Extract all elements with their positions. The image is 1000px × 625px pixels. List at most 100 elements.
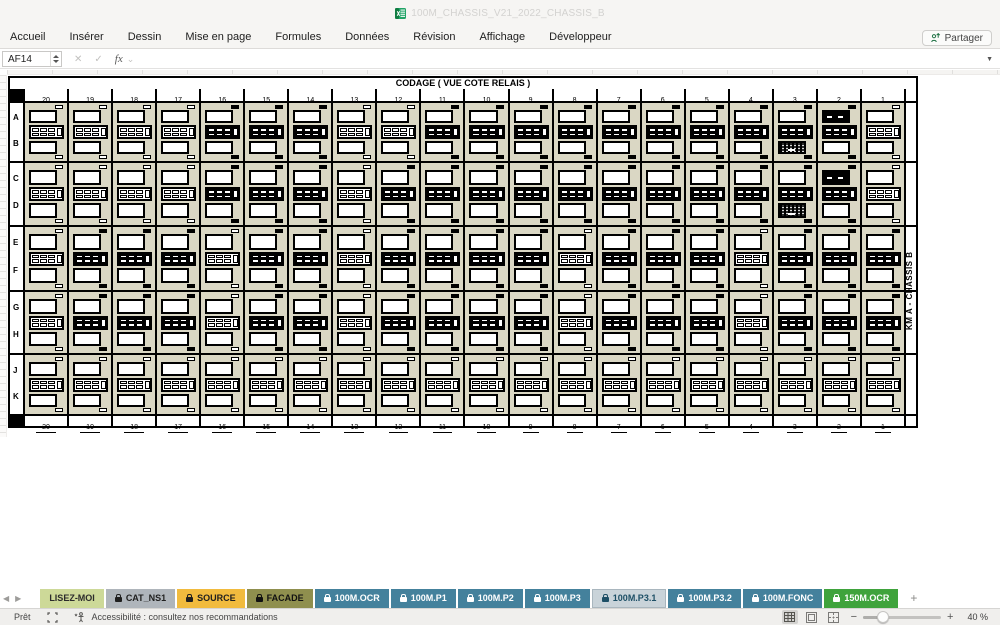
sheet-tab-100m.p2[interactable]: 100M.P2 — [458, 589, 523, 608]
relay-module — [199, 161, 243, 225]
relay-module — [596, 225, 640, 290]
relay-module — [375, 353, 419, 414]
relay-module — [816, 101, 860, 161]
sheet-tab-100m.ocr[interactable]: 100M.OCR — [315, 589, 389, 608]
sheet-tab-cat_ns1[interactable]: CAT_NS1 — [106, 589, 175, 608]
tab-scroll-left-icon[interactable]: ◀ — [3, 594, 9, 603]
share-button[interactable]: Partager — [922, 30, 992, 46]
zoom-in-button[interactable]: + — [947, 611, 953, 623]
relay-module — [67, 353, 111, 414]
ribbon-tab-formules[interactable]: Formules — [263, 31, 333, 43]
column-number: 2 — [816, 89, 860, 101]
relay-module — [243, 101, 287, 161]
relay-coding-drawing[interactable]: CODAGE ( VUE COTE RELAIS ) 2019181716151… — [8, 76, 918, 428]
name-box-value: AF14 — [3, 52, 50, 66]
sheet-tab-100m.p3.2[interactable]: 100M.P3.2 — [668, 589, 741, 608]
sheet-tab-lisez-moi[interactable]: LISEZ-MOI — [40, 589, 104, 608]
sheet-tab-100m.p3.1[interactable]: 100M.P3.1 — [592, 589, 667, 608]
sheet-tab-label: 100M.OCR — [335, 593, 380, 603]
row-letters: GH — [10, 290, 23, 353]
column-number: 3 — [772, 89, 816, 101]
relay-module — [816, 353, 860, 414]
zoom-level-label[interactable]: 40 % — [967, 612, 988, 622]
formula-bar-expand-icon[interactable]: ▼ — [986, 56, 993, 63]
right-stub — [904, 89, 916, 101]
sheet-tab-100m.p3[interactable]: 100M.P3 — [525, 589, 590, 608]
sheet-tab-facade[interactable]: FACADE — [247, 589, 313, 608]
zoom-slider-thumb[interactable] — [877, 611, 889, 623]
add-sheet-button[interactable]: + — [910, 591, 917, 605]
accessibility-check-icon[interactable] — [74, 612, 86, 623]
column-number: 15 — [243, 414, 287, 426]
lock-icon — [256, 597, 263, 602]
ribbon-tab-accueil[interactable]: Accueil — [10, 31, 57, 43]
relay-module — [684, 161, 728, 225]
ribbon-tabs: AccueilInsérerDessinMise en pageFormules… — [10, 31, 624, 43]
tab-scroll-right-icon[interactable]: ▶ — [15, 594, 21, 603]
relay-module — [23, 161, 67, 225]
column-number: 12 — [375, 89, 419, 101]
ribbon-tab-mise-en-page[interactable]: Mise en page — [173, 31, 263, 43]
relay-module — [23, 101, 67, 161]
ribbon-tab-révision[interactable]: Révision — [401, 31, 467, 43]
page-break-view-icon[interactable] — [826, 610, 842, 624]
relay-module — [111, 161, 155, 225]
confirm-entry-icon[interactable]: ✓ — [94, 54, 102, 65]
sheet-tab-label: 100M.P2 — [478, 593, 514, 603]
relay-module — [199, 225, 243, 290]
excel-app-icon — [395, 8, 406, 19]
row-letters: JK — [10, 353, 23, 414]
page-layout-view-icon[interactable] — [804, 610, 820, 624]
relay-module — [331, 353, 375, 414]
sheet-tab-100m.p1[interactable]: 100M.P1 — [391, 589, 456, 608]
relay-module — [684, 353, 728, 414]
relay-module — [508, 225, 552, 290]
formula-input[interactable] — [134, 50, 986, 68]
sheet-area[interactable]: CODAGE ( VUE COTE RELAIS ) 2019181716151… — [0, 70, 1000, 588]
sheet-tab-source[interactable]: SOURCE — [177, 589, 245, 608]
column-number: 10 — [463, 89, 507, 101]
sheet-tab-150m.ocr[interactable]: 150M.OCR — [824, 589, 898, 608]
relay-module — [375, 161, 419, 225]
name-box-stepper[interactable] — [50, 52, 61, 66]
stepper-up-icon[interactable] — [53, 55, 59, 58]
ribbon-tab-dessin[interactable]: Dessin — [116, 31, 174, 43]
relay-module — [552, 101, 596, 161]
insert-function-icon[interactable]: fx — [115, 53, 123, 65]
normal-view-icon[interactable] — [782, 610, 798, 624]
right-stub — [904, 414, 916, 426]
column-number: 4 — [728, 89, 772, 101]
relay-module — [684, 225, 728, 290]
ribbon-tab-affichage[interactable]: Affichage — [467, 31, 537, 43]
ribbon-tab-insérer[interactable]: Insérer — [57, 31, 115, 43]
zoom-slider[interactable] — [863, 616, 941, 619]
column-number: 4 — [728, 414, 772, 426]
relay-module — [816, 290, 860, 353]
lock-icon — [324, 597, 331, 602]
zoom-out-button[interactable]: − — [851, 611, 857, 623]
relay-module — [640, 225, 684, 290]
relay-module — [243, 225, 287, 290]
relay-module — [287, 225, 331, 290]
sheet-tab-label: 150M.OCR — [844, 593, 889, 603]
sheet-tab-100m.fonc[interactable]: 100M.FONC — [743, 589, 823, 608]
column-number: 19 — [67, 89, 111, 101]
ribbon-tab-développeur[interactable]: Développeur — [537, 31, 623, 43]
lock-icon — [115, 597, 122, 602]
sheet-tab-label: LISEZ-MOI — [49, 593, 95, 603]
ribbon-tab-données[interactable]: Données — [333, 31, 401, 43]
relay-module — [199, 101, 243, 161]
column-number: 20 — [23, 414, 67, 426]
selection-mode-icon[interactable] — [47, 612, 58, 623]
column-number: 16 — [199, 89, 243, 101]
sheet-tab-label: SOURCE — [197, 593, 236, 603]
relay-module — [67, 290, 111, 353]
column-number: 8 — [552, 414, 596, 426]
cancel-entry-icon[interactable]: ✕ — [74, 54, 82, 65]
accessibility-status-label[interactable]: Accessibilité : consultez nos recommanda… — [92, 612, 278, 622]
column-number: 7 — [596, 89, 640, 101]
stepper-down-icon[interactable] — [53, 60, 59, 63]
name-box[interactable]: AF14 — [2, 51, 62, 67]
relay-module — [463, 290, 507, 353]
relay-module — [331, 225, 375, 290]
